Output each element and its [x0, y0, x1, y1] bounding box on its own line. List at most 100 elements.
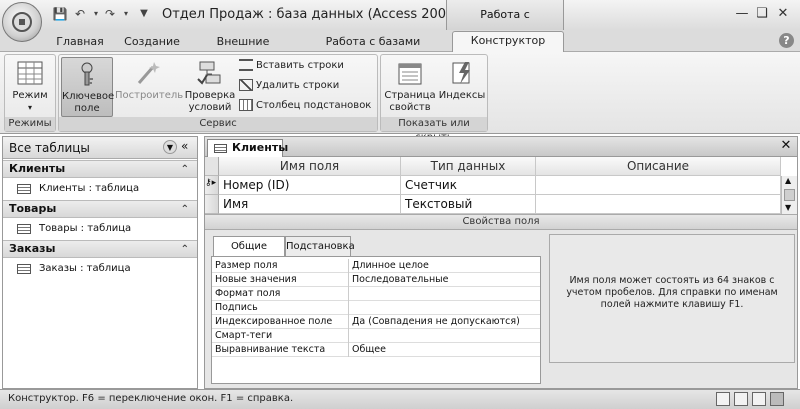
document-tab-bar: Клиенты ✕: [205, 137, 797, 157]
navigation-pane: Все таблицы ▼ « Клиенты ⌃ Клиенты : табли…: [2, 136, 198, 389]
property-key: Индексированное поле: [215, 316, 333, 327]
view-table-icon: [17, 61, 43, 85]
chevron-up-icon[interactable]: ⌃: [181, 242, 189, 258]
office-logo-icon: [12, 12, 32, 32]
property-value[interactable]: [348, 287, 538, 301]
nav-item-label: Заказы : таблица: [39, 263, 131, 274]
property-value[interactable]: [348, 329, 538, 343]
scroll-thumb[interactable]: [784, 189, 795, 201]
nav-dropdown-icon[interactable]: ▼: [163, 140, 177, 154]
help-icon[interactable]: ?: [779, 33, 794, 48]
tab-general[interactable]: Общие: [213, 236, 285, 257]
document-tab-clients[interactable]: Клиенты: [207, 139, 288, 157]
insert-rows-icon: [239, 59, 253, 71]
nav-item-label: Клиенты : таблица: [39, 183, 140, 194]
property-value[interactable]: Общее: [348, 343, 538, 357]
primary-key-button[interactable]: Ключевое поле: [61, 57, 115, 117]
builder-button[interactable]: Построитель: [115, 57, 183, 117]
group-show-hide-label: Показать или скрыть: [381, 117, 487, 143]
ribbon: Режим ▾ Режимы Ключевое поле Построитель П…: [0, 52, 800, 143]
customize-toolbar-icon[interactable]: ▼: [136, 7, 152, 21]
table-icon: [17, 184, 31, 194]
tab-design[interactable]: Конструктор: [452, 31, 564, 52]
table-icon: [17, 224, 31, 234]
nav-group-title: Товары: [9, 202, 57, 215]
validation-label-1: Проверка: [184, 90, 236, 101]
status-bar: Конструктор. F6 = переключение окон. F1 …: [0, 389, 800, 409]
field-name-cell[interactable]: Номер (ID): [219, 176, 401, 195]
property-row[interactable]: Формат поля: [212, 287, 540, 301]
tab-create[interactable]: Создание: [120, 33, 184, 52]
view-button-label: Режим: [12, 90, 48, 101]
insert-rows-button[interactable]: Вставить строки: [239, 57, 344, 75]
nav-item-clients-table[interactable]: Клиенты : таблица: [3, 179, 197, 199]
save-icon[interactable]: 💾: [52, 7, 68, 21]
property-row[interactable]: Выравнивание текста Общее: [212, 343, 540, 357]
close-document-icon[interactable]: ✕: [779, 139, 793, 153]
property-row[interactable]: Новые значения Последовательные: [212, 273, 540, 287]
primary-key-label-1: Ключевое: [62, 91, 115, 102]
scroll-up-icon[interactable]: ▲: [785, 176, 791, 185]
validation-button[interactable]: Проверка условий: [183, 57, 237, 117]
nav-item-orders-table[interactable]: Заказы : таблица: [3, 259, 197, 279]
pivot-table-view-icon[interactable]: [734, 392, 748, 406]
description-cell[interactable]: [536, 176, 781, 195]
property-row[interactable]: Размер поля Длинное целое: [212, 259, 540, 273]
delete-rows-button[interactable]: Удалить строки: [239, 77, 339, 95]
description-cell[interactable]: [536, 195, 781, 214]
builder-wand-icon: [137, 62, 160, 84]
view-button[interactable]: Режим ▾: [7, 57, 53, 117]
lookup-column-label: Столбец подстановок: [256, 100, 372, 111]
close-window-icon[interactable]: ✕: [774, 6, 792, 22]
property-value[interactable]: Последовательные: [348, 273, 538, 287]
lookup-column-button[interactable]: Столбец подстановок: [239, 97, 371, 115]
property-sheet-button[interactable]: Страница свойств: [383, 57, 437, 117]
property-value[interactable]: Длинное целое: [348, 259, 538, 273]
nav-group-title: Клиенты: [9, 162, 66, 175]
redo-icon[interactable]: ↷: [102, 7, 118, 21]
property-value[interactable]: [348, 301, 538, 315]
nav-group-goods[interactable]: Товары ⌃: [3, 200, 197, 218]
nav-group-orders[interactable]: Заказы ⌃: [3, 240, 197, 258]
view-dropdown-icon: ▾: [27, 103, 32, 112]
property-row[interactable]: Смарт-теги: [212, 329, 540, 343]
field-properties-area: Общие Подстановка Размер поля Длинное цел…: [205, 230, 797, 388]
redo-dropdown-icon[interactable]: ▾: [118, 7, 134, 21]
chevron-up-icon[interactable]: ⌃: [181, 202, 189, 218]
indexes-button[interactable]: Индексы: [437, 57, 487, 117]
property-value[interactable]: Да (Совпадения не допускаются): [348, 315, 538, 329]
undo-icon[interactable]: ↶: [72, 7, 88, 21]
row-selector[interactable]: ⚷▸: [205, 176, 219, 195]
key-icon: [81, 62, 93, 86]
ribbon-tabs: Главная Создание Внешние данные Работа с…: [0, 30, 800, 66]
group-modes: Режим ▾ Режимы: [4, 54, 56, 132]
primary-key-label-2: поле: [74, 103, 100, 114]
document-tab-label: Клиенты: [232, 141, 289, 154]
pivot-chart-view-icon[interactable]: [752, 392, 766, 406]
office-button[interactable]: [2, 2, 42, 42]
tab-home[interactable]: Главная: [52, 33, 108, 52]
row-selector[interactable]: [205, 195, 219, 214]
restore-icon[interactable]: ❑: [753, 6, 771, 22]
property-row[interactable]: Индексированное поле Да (Совпадения не до…: [212, 315, 540, 329]
tab-database-tools[interactable]: Работа с базами данных: [304, 33, 442, 66]
datasheet-view-icon[interactable]: [716, 392, 730, 406]
property-sheet-label-2: свойств: [389, 102, 431, 113]
tab-lookup[interactable]: Подстановка: [285, 236, 355, 256]
tab-external-data[interactable]: Внешние данные: [194, 33, 292, 66]
minimize-icon[interactable]: —: [733, 6, 751, 22]
nav-collapse-icon[interactable]: «: [181, 139, 188, 153]
field-name-cell[interactable]: Имя: [219, 195, 401, 214]
property-row[interactable]: Подпись: [212, 301, 540, 315]
data-type-cell[interactable]: Счетчик: [401, 176, 536, 195]
scroll-down-icon[interactable]: ▼: [785, 203, 791, 212]
data-type-cell[interactable]: Текстовый: [401, 195, 536, 214]
nav-item-goods-table[interactable]: Товары : таблица: [3, 219, 197, 239]
grid-scrollbar[interactable]: ▲ ▼: [781, 176, 797, 214]
nav-group-clients[interactable]: Клиенты ⌃: [3, 160, 197, 178]
property-key: Подпись: [215, 302, 258, 313]
chevron-up-icon[interactable]: ⌃: [181, 162, 189, 178]
nav-header[interactable]: Все таблицы ▼ «: [3, 137, 197, 159]
property-sheet-label-1: Страница: [384, 90, 436, 101]
design-view-icon[interactable]: [770, 392, 784, 406]
